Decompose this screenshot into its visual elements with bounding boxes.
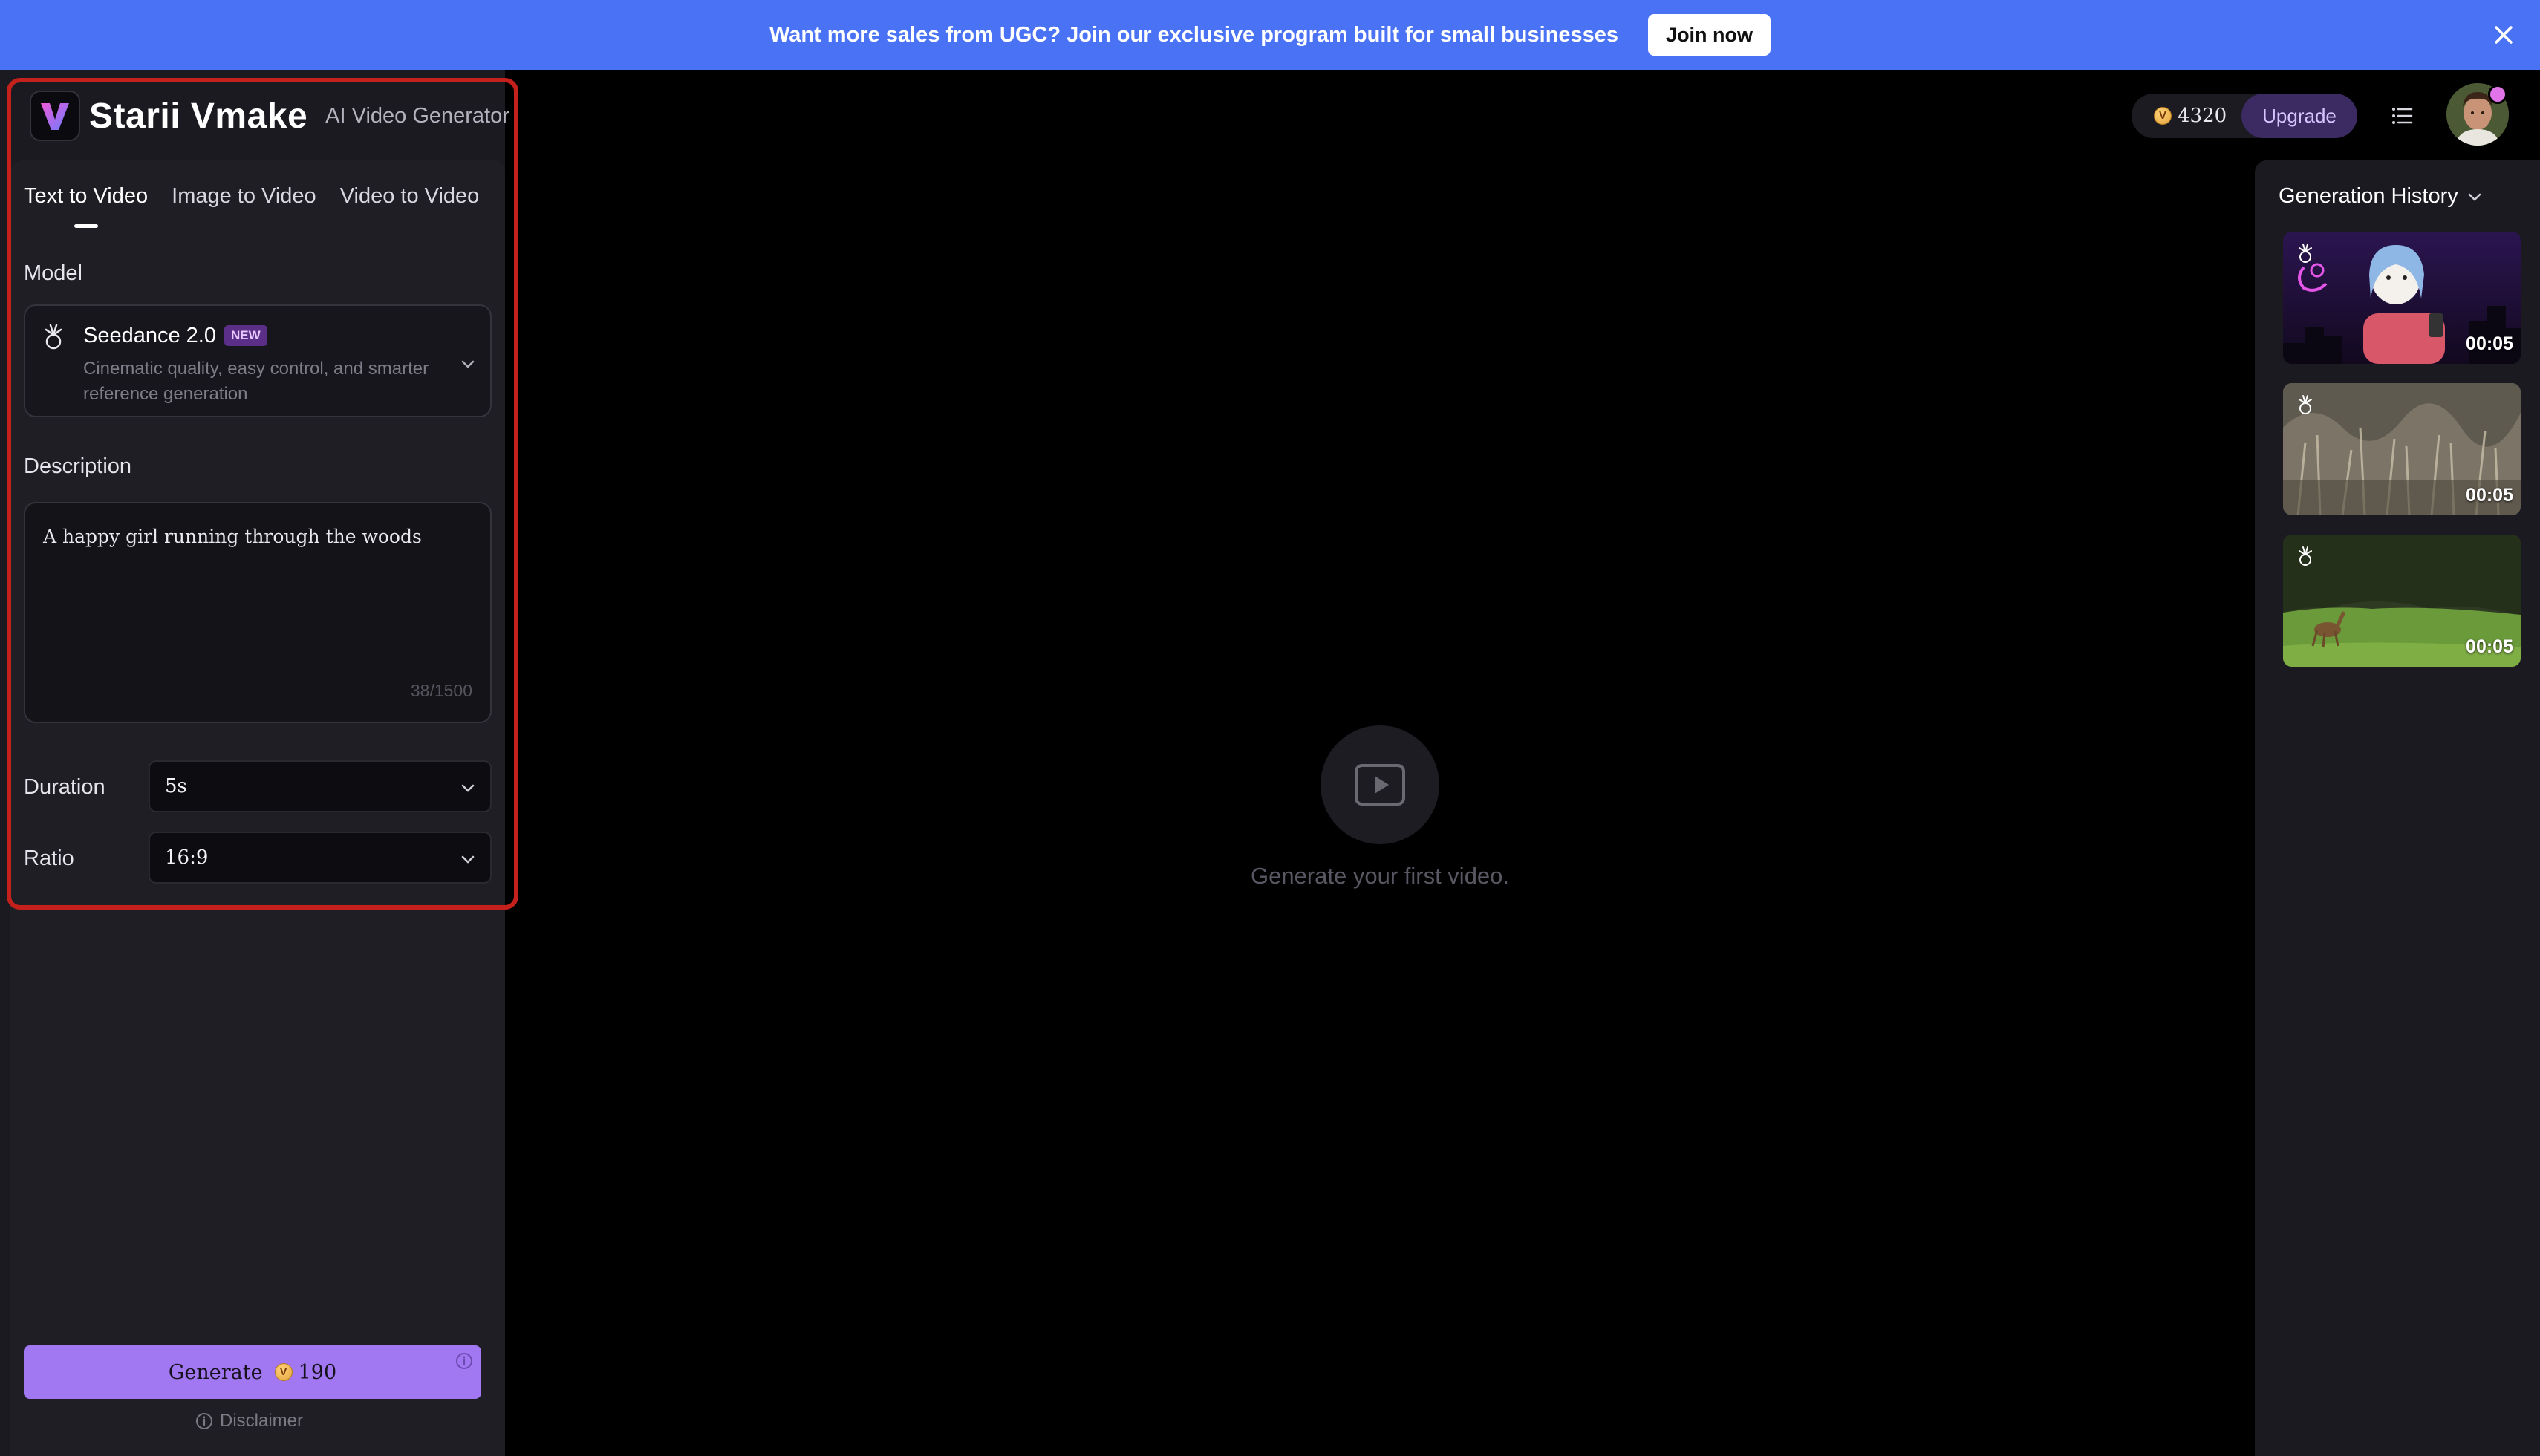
model-name: Seedance 2.0: [83, 324, 216, 347]
generate-label: Generate: [168, 1360, 263, 1384]
tab-video-to-video[interactable]: Video to Video: [340, 184, 480, 228]
coin-icon: [274, 1363, 293, 1381]
chevron-down-icon: [461, 784, 475, 792]
model-selector[interactable]: Seedance 2.0 NEW Cinematic quality, easy…: [24, 304, 492, 417]
credit-balance: 4320: [2178, 105, 2227, 127]
video-duration: 00:05: [2466, 485, 2513, 506]
new-badge: NEW: [224, 325, 267, 346]
brand-subtitle: AI Video Generator: [325, 103, 509, 128]
credits-pill: 4320 Upgrade: [2132, 94, 2357, 138]
history-title: Generation History: [2279, 184, 2458, 208]
history-thumbnail[interactable]: 00:05: [2283, 232, 2521, 364]
tab-text-to-video[interactable]: Text to Video: [24, 184, 148, 228]
disclaimer-text: Disclaimer: [220, 1411, 304, 1431]
join-now-button[interactable]: Join now: [1648, 14, 1771, 56]
seedance-icon: [2299, 546, 2312, 566]
seedance-icon: [2299, 395, 2312, 414]
generate-button[interactable]: Generate 190: [24, 1345, 481, 1399]
coin-icon: [2154, 107, 2172, 125]
character-count: 38/1500: [410, 681, 472, 700]
upgrade-button[interactable]: Upgrade: [2241, 94, 2357, 138]
model-label: Model: [24, 261, 82, 285]
banner-text: Want more sales from UGC? Join our exclu…: [769, 22, 1619, 47]
duration-label: Duration: [24, 775, 105, 799]
history-dropdown[interactable]: Generation History: [2279, 184, 2484, 209]
notification-badge: [2488, 85, 2507, 104]
info-icon[interactable]: [455, 1351, 474, 1371]
mode-tabs: Text to Video Image to Video Video to Vi…: [24, 184, 479, 228]
description-input[interactable]: A happy girl running through the woods 3…: [24, 502, 492, 723]
tab-image-to-video[interactable]: Image to Video: [172, 184, 316, 228]
disclaimer-link[interactable]: Disclaimer: [195, 1411, 303, 1431]
seedance-icon: [45, 324, 62, 350]
brand: Starii Vmake AI Video Generator: [30, 89, 509, 143]
info-icon: [196, 1413, 212, 1429]
generate-cost: 190: [298, 1360, 337, 1384]
empty-state-message: Generate your first video.: [1250, 863, 1510, 889]
video-duration: 00:05: [2466, 333, 2513, 354]
promo-banner: Want more sales from UGC? Join our exclu…: [0, 0, 2540, 70]
play-icon: [1355, 764, 1405, 806]
menu-list-icon[interactable]: [2390, 104, 2414, 128]
model-description: Cinematic quality, easy control, and sma…: [83, 359, 429, 404]
vmake-logo-icon[interactable]: [30, 91, 80, 141]
duration-select[interactable]: 5s: [149, 760, 492, 812]
description-label: Description: [24, 454, 132, 478]
chevron-down-icon: [2468, 193, 2481, 201]
history-thumbnail[interactable]: 00:05: [2283, 383, 2521, 515]
video-placeholder: [1321, 725, 1439, 844]
chevron-down-icon: [461, 360, 475, 368]
seedance-icon: [2299, 244, 2312, 263]
duration-value: 5s: [165, 775, 187, 797]
video-duration: 00:05: [2466, 636, 2513, 657]
brand-name: Starii Vmake: [89, 96, 308, 136]
description-text: A happy girl running through the woods: [43, 526, 422, 547]
history-thumbnail[interactable]: 00:05: [2283, 535, 2521, 667]
close-icon[interactable]: [2489, 21, 2518, 49]
